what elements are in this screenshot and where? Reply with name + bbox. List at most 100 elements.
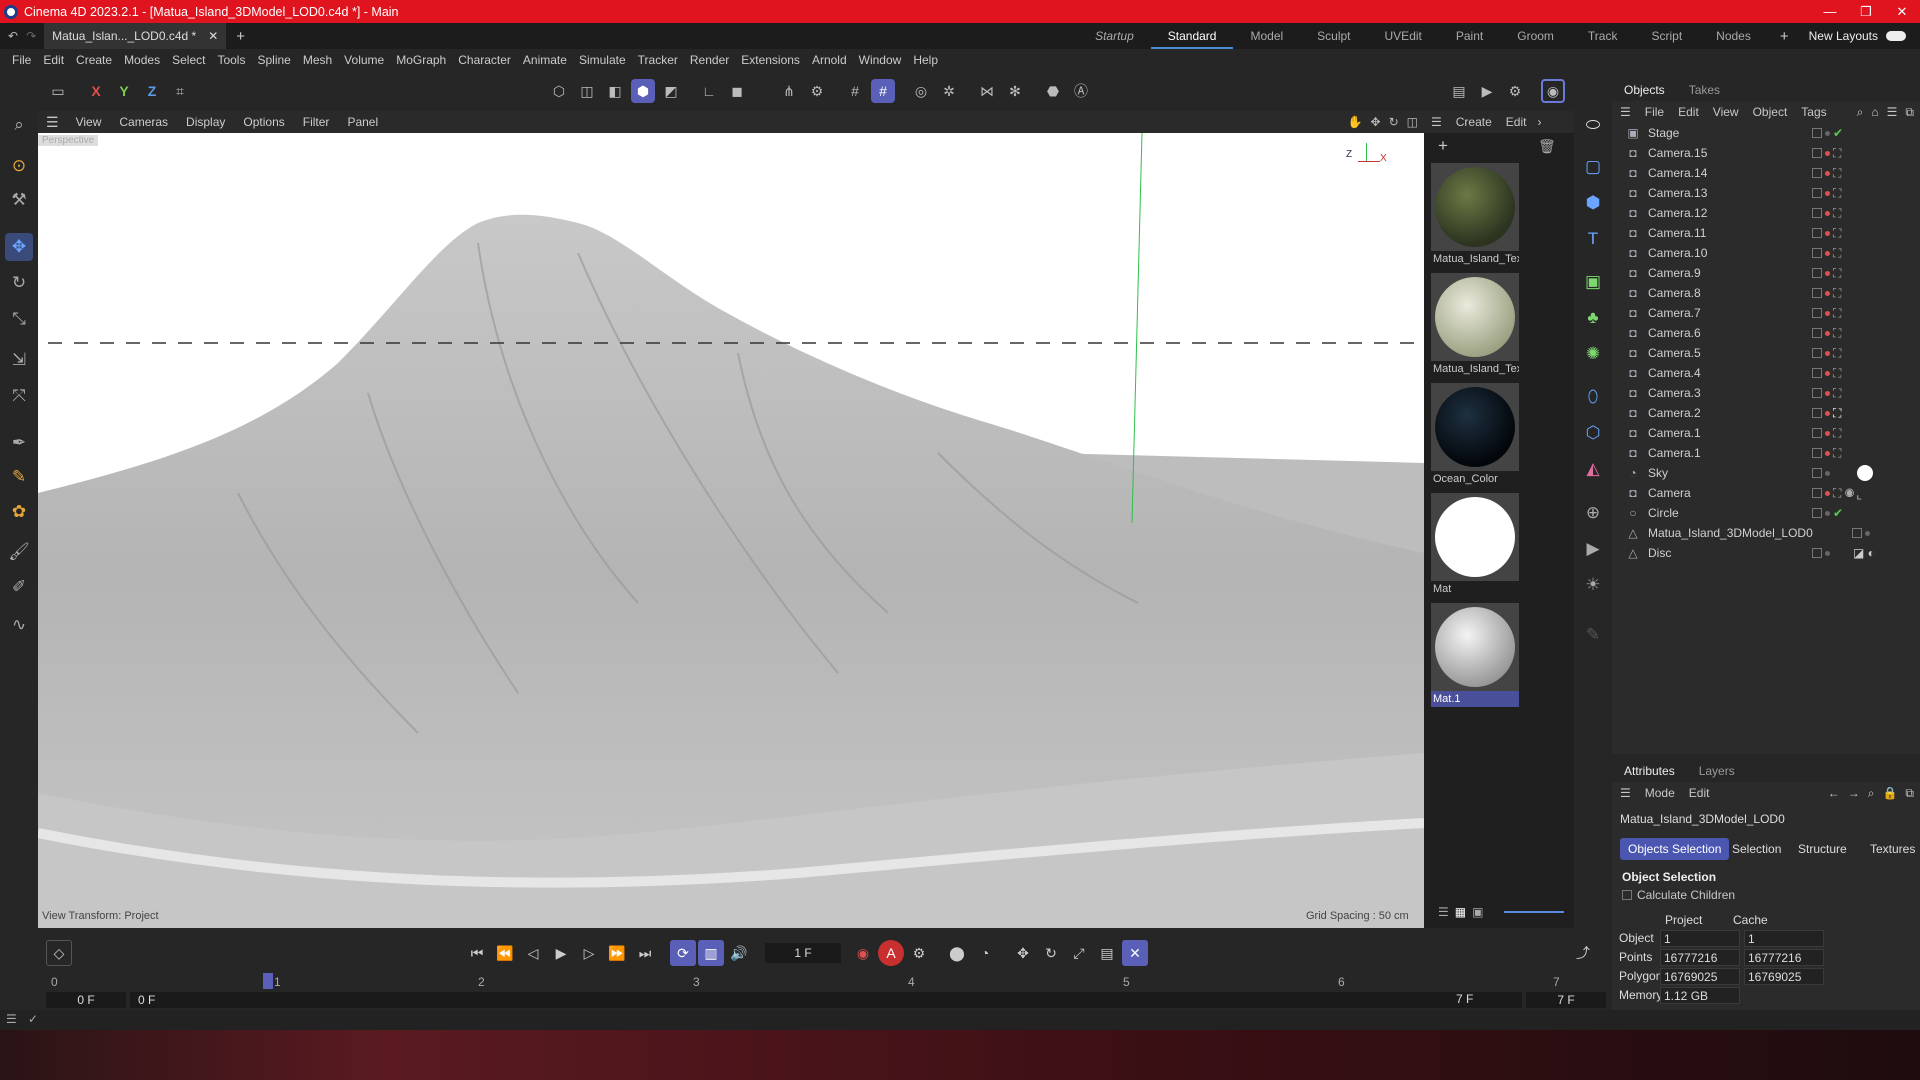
- add-material-icon[interactable]: +: [1438, 136, 1448, 156]
- layout-tab-startup[interactable]: Startup: [1078, 23, 1151, 49]
- attribute-menu-hamburger-icon[interactable]: ☰: [1612, 786, 1638, 800]
- layout-tab-groom[interactable]: Groom: [1500, 23, 1571, 49]
- object-row-camera-14[interactable]: ◘ Camera.14 ⛶: [1626, 163, 1920, 183]
- sketch-tool-icon[interactable]: ✎: [5, 463, 33, 491]
- object-menu-search-icon[interactable]: ⌕: [1853, 105, 1868, 120]
- spline-pen-icon[interactable]: ✒: [5, 429, 33, 457]
- toggle-view-icon[interactable]: ◫: [1407, 115, 1418, 129]
- menu-mesh[interactable]: Mesh: [297, 53, 338, 67]
- loop-icon[interactable]: ⟳: [670, 940, 696, 966]
- object-menu-home-icon[interactable]: ⌂: [1867, 105, 1882, 119]
- material-size-slider[interactable]: [1504, 911, 1564, 913]
- subtab-structure[interactable]: Structure: [1790, 838, 1855, 860]
- timeline-ruler[interactable]: 0 1 2 3 4 5 6 7: [38, 973, 1568, 991]
- tag-icon[interactable]: ✎: [1579, 621, 1607, 649]
- pivot-tool-icon[interactable]: ⤧: [5, 382, 33, 410]
- object-row-disc[interactable]: △ Disc ◪ ◐: [1626, 543, 1920, 563]
- layout-tab-paint[interactable]: Paint: [1439, 23, 1500, 49]
- object-row-camera-3[interactable]: ◘ Camera.3 ⛶: [1626, 383, 1920, 403]
- object-menu-object[interactable]: Object: [1746, 105, 1795, 119]
- delete-material-icon[interactable]: 🗑: [1538, 138, 1556, 155]
- layout-tab-nodes[interactable]: Nodes: [1699, 23, 1768, 49]
- layout-tab-script[interactable]: Script: [1634, 23, 1699, 49]
- attribute-menu-edit[interactable]: Edit: [1682, 786, 1717, 800]
- play-icon[interactable]: ▶: [548, 940, 574, 966]
- viewport-menu-panel[interactable]: Panel: [338, 115, 387, 129]
- effector-icon[interactable]: ✺: [1579, 340, 1607, 368]
- menu-edit[interactable]: Edit: [37, 53, 70, 67]
- twist-tool-icon[interactable]: ∿: [5, 611, 33, 639]
- viewport-hamburger-icon[interactable]: ☰: [38, 114, 67, 131]
- texture-mode-icon[interactable]: ◼: [725, 79, 749, 103]
- tab-takes[interactable]: Takes: [1677, 83, 1732, 97]
- environment-icon[interactable]: ⊕: [1579, 499, 1607, 527]
- add-tab-button[interactable]: +: [236, 28, 245, 45]
- attribute-forward-icon[interactable]: →: [1844, 786, 1864, 800]
- scale-key-icon[interactable]: ✥: [1010, 940, 1036, 966]
- arnold-render-icon[interactable]: Ⓐ: [1069, 79, 1093, 103]
- viewport-menu-options[interactable]: Options: [234, 115, 293, 129]
- render-settings-icon[interactable]: ✲: [937, 79, 961, 103]
- y-axis-lock[interactable]: Y: [112, 79, 136, 103]
- snap-icon[interactable]: ⋔: [777, 79, 801, 103]
- polygons-mode-icon[interactable]: ◧: [603, 79, 627, 103]
- menu-tools[interactable]: Tools: [211, 53, 251, 67]
- pan-view-icon[interactable]: ✋: [1348, 115, 1363, 129]
- light-object-icon[interactable]: ☀: [1579, 571, 1607, 599]
- live-selection-icon[interactable]: ⚒: [5, 186, 33, 214]
- subtab-objects-selection[interactable]: Objects Selection: [1620, 838, 1730, 860]
- model-mode-icon[interactable]: ▭: [46, 79, 70, 103]
- minimize-button[interactable]: —: [1812, 4, 1848, 20]
- coordinate-system-icon[interactable]: ⌗: [168, 79, 192, 103]
- attribute-back-icon[interactable]: ←: [1824, 786, 1844, 800]
- keyframe-settings-icon[interactable]: ⚙: [906, 940, 932, 966]
- material-item[interactable]: Matua_Island_Text: [1431, 163, 1519, 267]
- start-frame-field[interactable]: 0 F: [46, 992, 126, 1008]
- interpolation-icon[interactable]: ✕: [1122, 940, 1148, 966]
- playhead[interactable]: [263, 973, 273, 989]
- object-row-camera-11[interactable]: ◘ Camera.11 ⛶: [1626, 223, 1920, 243]
- object-row-matua-island[interactable]: △ Matua_Island_3DModel_LOD0: [1626, 523, 1920, 543]
- rotate-tool-icon[interactable]: ↻: [5, 269, 33, 297]
- subtab-textures[interactable]: Textures: [1862, 838, 1920, 860]
- next-key-icon[interactable]: ⏩: [604, 940, 630, 966]
- previous-key-icon[interactable]: ⏪: [492, 940, 518, 966]
- layout-tab-sculpt[interactable]: Sculpt: [1300, 23, 1367, 49]
- brush-tool-icon[interactable]: 🖌: [5, 538, 33, 566]
- menu-spline[interactable]: Spline: [251, 53, 296, 67]
- redshift-icon[interactable]: ◉: [1541, 79, 1565, 103]
- autokey-icon[interactable]: A: [878, 940, 904, 966]
- layout-toggle[interactable]: [1886, 31, 1906, 41]
- subtab-selection[interactable]: Selection: [1724, 838, 1789, 860]
- object-row-camera-9[interactable]: ◘ Camera.9 ⛶: [1626, 263, 1920, 283]
- object-row-circle[interactable]: ○ Circle ✔: [1626, 503, 1920, 523]
- x-axis-lock[interactable]: X: [84, 79, 108, 103]
- go-to-start-icon[interactable]: ⏮: [464, 940, 490, 966]
- go-to-end-icon[interactable]: ⏭: [632, 940, 658, 966]
- object-row-sky[interactable]: ◔ Sky: [1626, 463, 1920, 483]
- object-row-camera-13[interactable]: ◘ Camera.13 ⛶: [1626, 183, 1920, 203]
- layout-tab-track[interactable]: Track: [1571, 23, 1635, 49]
- document-tab[interactable]: Matua_Islan..._LOD0.c4d * ✕: [44, 23, 227, 49]
- attribute-manager-icon[interactable]: ⬭: [1579, 111, 1607, 139]
- object-mode-icon[interactable]: ⬢: [631, 79, 655, 103]
- menu-help[interactable]: Help: [907, 53, 944, 67]
- object-row-camera-4[interactable]: ◘ Camera.4 ⛶: [1626, 363, 1920, 383]
- current-frame-field[interactable]: 1 F: [765, 943, 841, 963]
- close-window-button[interactable]: ✕: [1884, 4, 1920, 20]
- object-row-camera[interactable]: ◘ Camera ⛶ ◉ ⌞: [1626, 483, 1920, 503]
- object-menu-filter-icon[interactable]: ☰: [1883, 105, 1902, 119]
- edges-mode-icon[interactable]: ◫: [575, 79, 599, 103]
- uv-mode-icon[interactable]: ◩: [659, 79, 683, 103]
- move-view-icon[interactable]: ✥: [1371, 115, 1381, 129]
- transfer-tool-icon[interactable]: ⇲: [5, 346, 33, 374]
- volume-icon[interactable]: ◭: [1579, 455, 1607, 483]
- restore-button[interactable]: ❐: [1848, 4, 1884, 20]
- generator-icon[interactable]: ▣: [1579, 268, 1607, 296]
- z-axis-lock[interactable]: Z: [140, 79, 164, 103]
- large-view-icon[interactable]: ▣: [1472, 905, 1483, 919]
- render-view-icon[interactable]: ▤: [1447, 79, 1471, 103]
- material-item[interactable]: Matua_Island_Text: [1431, 273, 1519, 377]
- previous-frame-icon[interactable]: ◁: [520, 940, 546, 966]
- snap-settings-icon[interactable]: ⚙: [805, 79, 829, 103]
